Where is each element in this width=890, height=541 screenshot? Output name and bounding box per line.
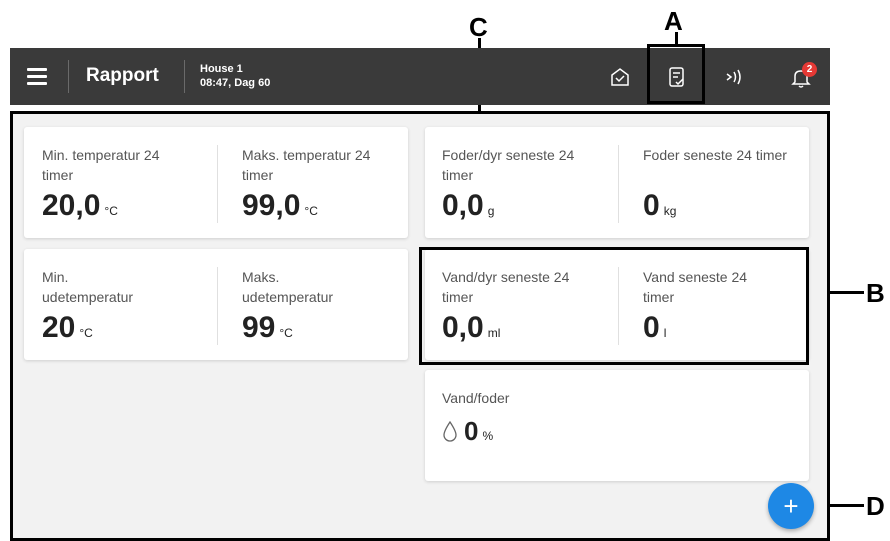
page-title: Rapport [86,65,159,86]
divider [184,60,185,93]
house-check-icon [611,68,629,86]
house-name: House 1 [200,63,243,75]
feed-total-label: Foder seneste 24 timer [643,147,787,163]
unit-label: °C [304,204,318,218]
feed-per-animal-label: Foder/dyr seneste 24 timer [442,147,575,183]
min-outdoor-cell: Min. udetemperatur 20 °C [42,249,212,360]
callout-c: C [469,12,488,42]
indoor-temperature-card[interactable]: Min. temperatur 24 timer 20,0 °C Maks. te… [24,127,408,238]
max-outdoor-cell: Maks. udetemperatur 99 °C [242,249,402,360]
max-temperature-value: 99,0 °C [242,189,318,222]
card-divider [618,145,619,223]
house-datetime: 08:47, Dag 60 [200,77,271,89]
card-divider [217,145,218,223]
min-outdoor-value: 20 °C [42,311,93,344]
callout-d: D [866,491,885,521]
highlight-box-b [419,247,809,365]
water-feed-ratio-card[interactable]: Vand/foder 0% [425,370,809,481]
unit-label: g [487,204,495,218]
unit-label: °C [104,204,118,218]
water-feed-ratio-label: Vand/foder [442,390,510,406]
highlight-box-a [647,44,705,104]
feed-per-animal-cell: Foder/dyr seneste 24 timer 0,0 g [442,127,612,238]
outdoor-temperature-card[interactable]: Min. udetemperatur 20 °C Maks. udetempera… [24,249,408,360]
water-drop-icon [443,420,457,442]
top-bar: Rapport House 1 08:47, Dag 60 2 [10,48,830,105]
card-divider [217,267,218,345]
connection-button[interactable] [718,60,752,94]
water-feed-ratio-value: 0% [442,414,493,453]
feed-per-animal-value: 0,0 g [442,189,495,222]
max-temperature-cell: Maks. temperatur 24 timer 99,0 °C [242,127,402,238]
signal-icon [726,69,741,85]
min-temperature-cell: Min. temperatur 24 timer 20,0 °C [42,127,212,238]
min-temperature-label: Min. temperatur 24 timer [42,147,160,183]
water-feed-ratio-cell: Vand/foder 0% [442,370,642,481]
max-temperature-label: Maks. temperatur 24 timer [242,147,371,183]
house-info: House 1 08:47, Dag 60 [200,62,270,90]
max-outdoor-value: 99 °C [242,311,293,344]
divider [68,60,69,93]
unit-label: °C [279,326,293,340]
min-outdoor-label: Min. udetemperatur [42,269,134,305]
callout-a: A [664,6,683,36]
unit-label: kg [663,204,677,218]
max-outdoor-label: Maks. udetemperatur [242,269,334,305]
callout-b: B [866,278,885,308]
feed-card[interactable]: Foder/dyr seneste 24 timer 0,0 g Foder se… [425,127,809,238]
notifications-button[interactable]: 2 [784,60,818,94]
menu-icon[interactable] [27,68,47,85]
feed-total-value: 0 kg [643,189,677,222]
house-check-button[interactable] [603,60,637,94]
unit-label: °C [79,326,93,340]
unit-label: % [482,429,494,443]
feed-total-cell: Foder seneste 24 timer 0 kg [643,127,803,238]
notification-badge: 2 [802,62,817,77]
min-temperature-value: 20,0 °C [42,189,118,222]
add-button[interactable]: + [768,483,814,529]
